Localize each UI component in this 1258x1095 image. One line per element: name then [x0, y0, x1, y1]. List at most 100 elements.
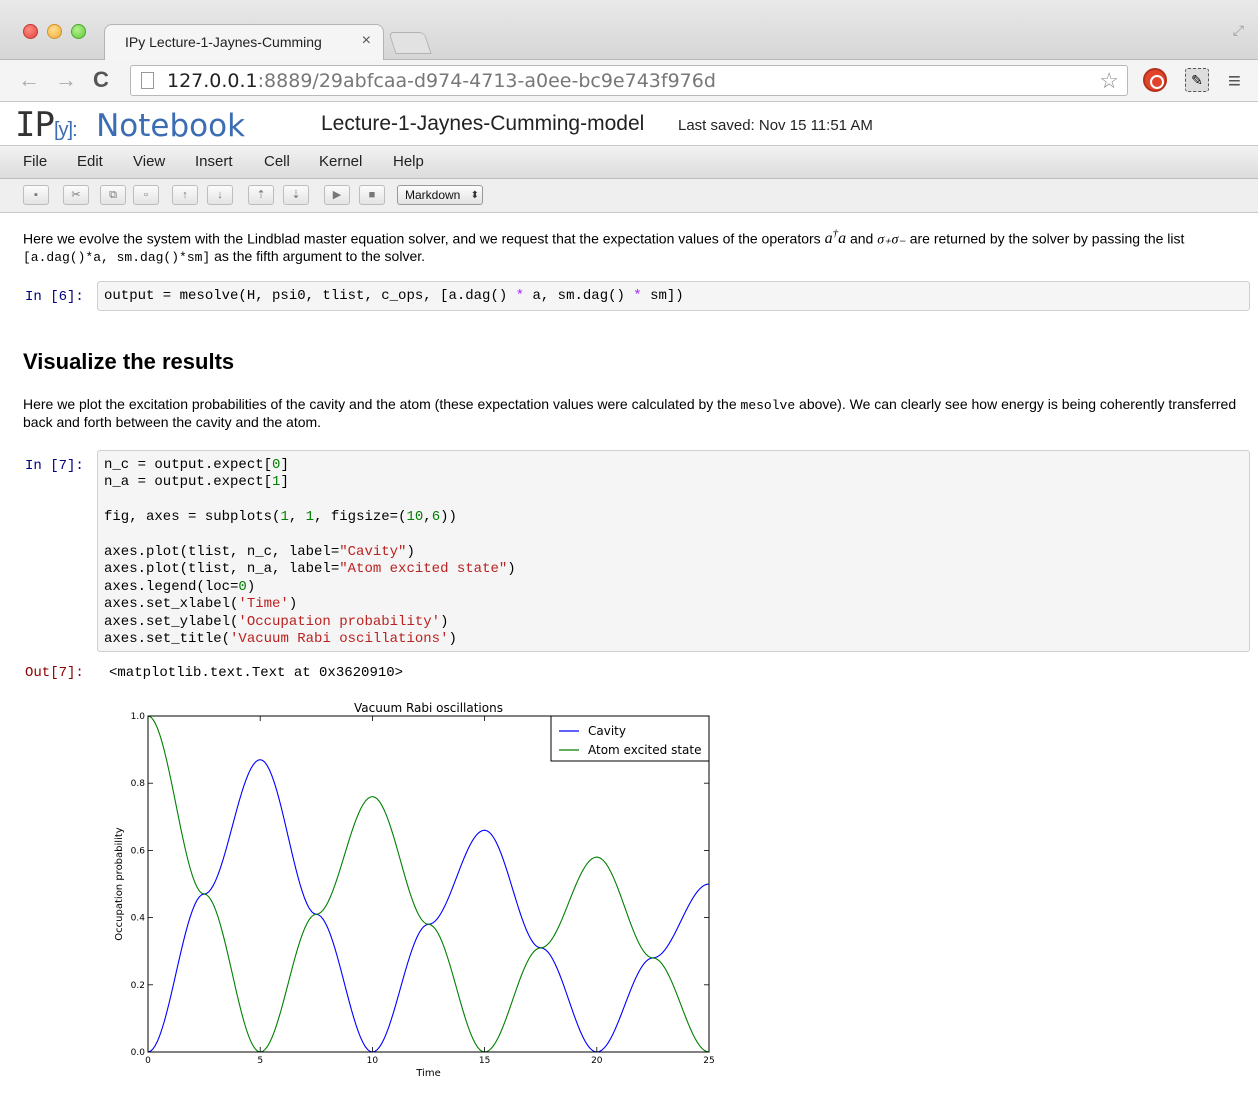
menu-help[interactable]: Help [393, 153, 424, 170]
section-heading: Visualize the results [23, 349, 235, 374]
y-tick-label: 1.0 [131, 712, 146, 722]
y-tick-label: 0.4 [131, 914, 146, 924]
menu-cell[interactable]: Cell [264, 153, 290, 170]
x-tick-label: 25 [703, 1056, 714, 1066]
menu-insert[interactable]: Insert [195, 153, 233, 170]
in-prompt-7: In [7]: [25, 458, 84, 474]
last-saved-status: Last saved: Nov 15 11:51 AM [678, 117, 873, 134]
rabi-oscillation-chart: 0 5 10 15 20 25 0.0 0.2 0.4 0.6 0.8 1.0 Vacuum Rabi … [114, 701, 715, 1079]
markdown-cell-visualize[interactable]: Here we plot the excitation probabilitie… [23, 396, 1243, 431]
hamburger-menu-icon[interactable]: ≡ [1228, 68, 1241, 94]
bookmark-star-icon[interactable]: ☆ [1099, 68, 1119, 94]
address-bar[interactable]: 127.0.0.1:8889/29abfcaa-d974-4713-a0ee-b… [130, 65, 1128, 96]
close-window-button[interactable] [23, 24, 38, 39]
md1-text-2: and [846, 230, 878, 247]
move-down-button[interactable]: ↓ [207, 185, 233, 205]
minimize-window-button[interactable] [47, 24, 62, 39]
reload-icon[interactable]: C [93, 67, 109, 93]
x-tick-label: 15 [479, 1056, 490, 1066]
insert-above-button[interactable]: ⇡ [248, 185, 274, 205]
code-line: axes.plot(tlist, n_a, label="Atom excite… [104, 561, 516, 578]
y-tick-label: 0.6 [131, 846, 146, 856]
notebook-toolbar: ▪ ✂ ⧉ ▫ ↑ ↓ ⇡ ⇣ ▶ ■ Markdown ⬍ [0, 179, 1258, 213]
x-axis-label: Time [415, 1068, 440, 1079]
code-line: n_a = output.expect[1] [104, 474, 289, 491]
y-tick-label: 0.2 [131, 981, 145, 991]
tab-title: IPy Lecture-1-Jaynes-Cumming [125, 34, 322, 50]
code-cell-6[interactable]: output = mesolve(H, psi0, tlist, c_ops, … [97, 281, 1250, 311]
back-arrow-icon[interactable]: ← [18, 67, 40, 93]
code-line: axes.plot(tlist, n_c, label="Cavity") [104, 544, 415, 561]
insert-below-button[interactable]: ⇣ [283, 185, 309, 205]
md1-text-1: Here we evolve the system with the Lindb… [23, 230, 825, 247]
ipython-logo[interactable]: IP[y]: Notebook [15, 105, 245, 145]
code-line: axes.legend(loc=0) [104, 578, 256, 595]
notebook-content: Here we evolve the system with the Lindb… [0, 213, 1258, 1095]
new-tab-button[interactable] [388, 32, 432, 54]
paste-button[interactable]: ▫ [133, 185, 159, 205]
chart-title: Vacuum Rabi oscillations [354, 701, 503, 715]
cut-button[interactable]: ✂ [63, 185, 89, 205]
out-prompt-7: Out[7]: [25, 665, 84, 681]
plot-frame [147, 715, 710, 1053]
fullscreen-icon[interactable]: ⤢ [1233, 22, 1244, 39]
x-tick-label: 0 [145, 1056, 151, 1066]
page-icon [141, 72, 154, 89]
x-tick-label: 20 [591, 1056, 603, 1066]
md1-text-4: as the fifth argument to the solver. [210, 248, 426, 265]
output-text: <matplotlib.text.Text at 0x3620910> [109, 665, 404, 681]
markdown-cell-intro[interactable]: Here we evolve the system with the Lindb… [23, 226, 1243, 266]
md1-text-3: are returned by the solver by passing th… [905, 230, 1185, 247]
browser-toolbar: ← → C 127.0.0.1:8889/29abfcaa-d974-4713-… [0, 60, 1258, 102]
operator-a-dagger: a†a [825, 228, 847, 248]
code-line: n_c = output.expect[0] [104, 457, 289, 473]
x-tick-label: 10 [367, 1056, 379, 1066]
zoom-window-button[interactable] [71, 24, 86, 39]
series-line-atom [148, 716, 709, 1052]
y-tick-label: 0.8 [131, 779, 146, 789]
cell-type-select[interactable]: Markdown ⬍ [397, 185, 483, 205]
run-cell-button[interactable]: ▶ [324, 185, 350, 205]
cell-type-value: Markdown [405, 188, 461, 202]
url-path: :8889/29abfcaa-d974-4713-a0ee-bc9e743f97… [257, 70, 716, 92]
interrupt-kernel-button[interactable]: ■ [359, 185, 385, 205]
logo-notebook: Notebook [96, 108, 246, 144]
url-host: 127.0.0.1 [167, 70, 258, 92]
move-up-button[interactable]: ↑ [172, 185, 198, 205]
ipython-header: IP[y]: Notebook Lecture-1-Jaynes-Cumming… [0, 102, 1258, 145]
browser-tab[interactable]: IPy Lecture-1-Jaynes-Cumming × [104, 24, 384, 60]
menu-file[interactable]: File [23, 153, 47, 170]
notebook-name[interactable]: Lecture-1-Jaynes-Cumming-model [321, 112, 644, 136]
logo-ip: IP [15, 105, 55, 145]
copy-button[interactable]: ⧉ [100, 185, 126, 205]
forward-arrow-icon[interactable]: → [55, 67, 77, 93]
y-tick-label: 0.0 [131, 1048, 146, 1058]
save-button[interactable]: ▪ [23, 185, 49, 205]
code-line: axes.set_ylabel('Occupation probability'… [104, 613, 449, 630]
in-prompt-6: In [6]: [25, 289, 84, 305]
browser-tab-bar: IPy Lecture-1-Jaynes-Cumming × ⤢ [0, 0, 1258, 60]
md2-text-1: Here we plot the excitation probabilitie… [23, 396, 741, 412]
md1-code: [a.dag()*a, sm.dag()*sm] [23, 250, 211, 266]
code-cell-7[interactable]: n_c = output.expect[0] n_a = output.expe… [97, 450, 1250, 652]
menu-view[interactable]: View [133, 153, 165, 170]
menu-kernel[interactable]: Kernel [319, 153, 362, 170]
url-text[interactable]: 127.0.0.1:8889/29abfcaa-d974-4713-a0ee-b… [167, 70, 716, 92]
x-tick-label: 5 [257, 1056, 263, 1066]
close-tab-icon[interactable]: × [362, 32, 371, 50]
code-line: fig, axes = subplots(1, 1, figsize=(10,6… [104, 509, 457, 526]
operator-sigma: σ₊σ₋ [877, 232, 906, 248]
op-a-2: a [838, 230, 847, 248]
select-arrow-icon: ⬍ [470, 190, 479, 201]
legend-label: Cavity [588, 724, 626, 738]
evernote-extension-icon[interactable]: ✎ [1185, 68, 1209, 92]
code-line: axes.set_title('Vacuum Rabi oscillations… [104, 631, 457, 648]
logo-y: [y]: [53, 119, 78, 141]
md2-code: mesolve [740, 398, 796, 413]
menu-edit[interactable]: Edit [77, 153, 103, 170]
code-line: output = mesolve(H, psi0, tlist, c_ops, … [104, 288, 684, 304]
y-axis-label: Occupation probability [114, 827, 125, 940]
adblock-extension-icon[interactable] [1143, 68, 1167, 92]
